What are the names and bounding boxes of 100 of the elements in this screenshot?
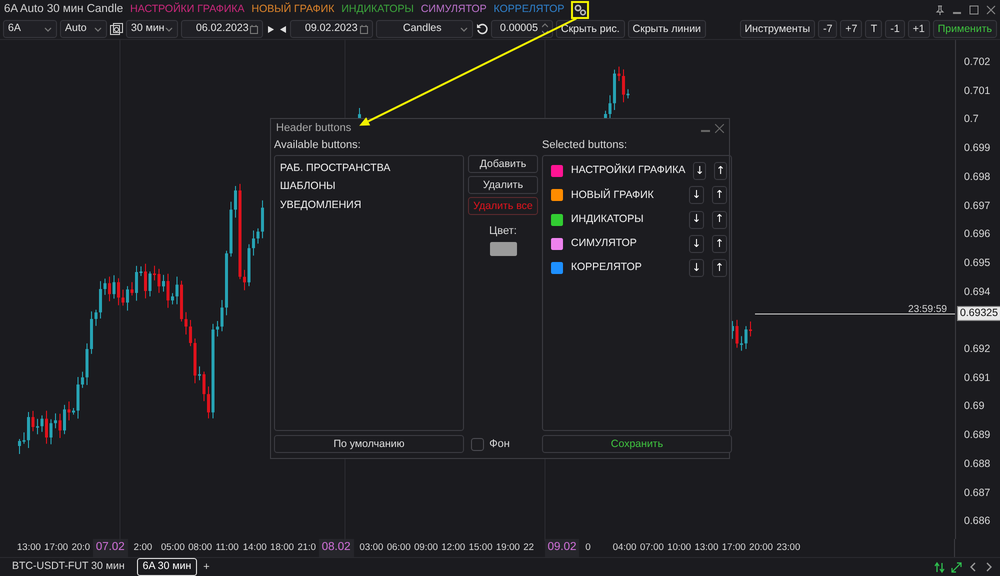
header-link[interactable]: СИМУЛЯТОР bbox=[420, 2, 487, 18]
color-label: Цвет: bbox=[488, 224, 518, 239]
toolbar-button[interactable]: Инструменты bbox=[740, 20, 816, 38]
candle bbox=[112, 274, 116, 300]
chevron-right-icon[interactable] bbox=[984, 562, 994, 572]
toolbar-button[interactable]: Скрыть линии bbox=[628, 20, 706, 38]
toolbar-button[interactable]: T bbox=[865, 20, 882, 38]
move-down-button[interactable]: ↓ bbox=[689, 186, 704, 204]
candle bbox=[608, 94, 612, 120]
candle bbox=[176, 276, 178, 305]
move-down-button[interactable]: ↓ bbox=[689, 259, 704, 278]
list-item[interactable]: НАСТРОЙКИ ГРАФИКА bbox=[571, 163, 686, 180]
price-tick-label: 0.698 bbox=[964, 170, 990, 183]
candle bbox=[117, 278, 120, 306]
toolbar-button[interactable]: -1 bbox=[885, 20, 905, 38]
move-up-button[interactable]: ↑ bbox=[712, 186, 727, 204]
reverse-play-icon[interactable] bbox=[278, 24, 287, 34]
header-link[interactable]: НОВЫЙ ГРАФИК bbox=[252, 2, 334, 18]
list-item[interactable]: УВЕДОМЛЕНИЯ bbox=[275, 196, 463, 214]
list-item[interactable]: ИНДИКАТОРЫ bbox=[571, 212, 681, 228]
candle bbox=[81, 371, 84, 388]
candle bbox=[32, 410, 34, 432]
date-from-field[interactable]: 06.02.2023 bbox=[181, 20, 263, 38]
date-label: 08.02 bbox=[318, 539, 354, 557]
default-button[interactable]: По умолчанию bbox=[274, 435, 464, 453]
price-tick-label: 0.692 bbox=[964, 343, 990, 355]
header-link[interactable]: ИНДИКАТОРЫ bbox=[341, 2, 414, 18]
candle bbox=[153, 265, 156, 281]
close-icon[interactable] bbox=[986, 4, 996, 14]
calendar-icon bbox=[360, 24, 368, 34]
action-button[interactable]: Добавить bbox=[468, 155, 538, 173]
candle bbox=[230, 201, 232, 258]
time-label: 10:00 bbox=[667, 540, 692, 555]
candle bbox=[144, 263, 147, 299]
candle bbox=[162, 274, 165, 292]
play-icon[interactable] bbox=[266, 24, 275, 34]
price-tick-label: 0.702 bbox=[964, 56, 990, 68]
candle bbox=[45, 410, 48, 444]
calendar-icon bbox=[250, 24, 258, 34]
interval-select[interactable]: 30 мин bbox=[126, 20, 178, 38]
move-down-button[interactable]: ↓ bbox=[689, 210, 704, 229]
move-up-button[interactable]: ↑ bbox=[712, 210, 727, 229]
move-up-button[interactable]: ↑ bbox=[712, 259, 727, 278]
save-button[interactable]: Сохранить bbox=[542, 435, 732, 453]
move-down-button[interactable]: ↓ bbox=[693, 162, 706, 180]
list-item[interactable]: НОВЫЙ ГРАФИК bbox=[571, 188, 681, 204]
list-item[interactable]: РАБ. ПРОСТРАНСТВА bbox=[275, 159, 463, 178]
snapshot-icon[interactable] bbox=[110, 22, 123, 36]
candle bbox=[108, 276, 111, 302]
action-button[interactable]: Удалить bbox=[468, 176, 538, 194]
list-item[interactable]: КОРРЕЛЯТОР bbox=[571, 260, 681, 276]
price-tick-label: 0.687 bbox=[964, 486, 990, 498]
candle bbox=[148, 271, 152, 297]
header-link[interactable]: КОРРЕЛЯТОР bbox=[494, 2, 564, 18]
candle bbox=[744, 326, 748, 350]
pin-icon[interactable] bbox=[935, 4, 945, 14]
chart-type-select[interactable]: Candles bbox=[376, 20, 473, 38]
section-label: Selected buttons: bbox=[542, 138, 628, 151]
sort-arrows-icon[interactable] bbox=[934, 562, 945, 572]
list-item[interactable]: ШАБЛОНЫ bbox=[275, 177, 463, 196]
toolbar-button[interactable]: -7 bbox=[818, 20, 838, 38]
settings-icon[interactable] bbox=[574, 4, 586, 16]
chart-title: 6A Auto 30 мин Candle bbox=[4, 2, 124, 17]
maximize-icon[interactable] bbox=[969, 4, 979, 14]
move-up-button[interactable]: ↑ bbox=[712, 235, 727, 254]
price-tick-label: 0.688 bbox=[964, 458, 990, 470]
candle bbox=[736, 319, 738, 348]
apply-button[interactable]: Применить bbox=[932, 20, 997, 38]
toolbar-button[interactable]: +1 bbox=[908, 20, 930, 38]
color-swatch[interactable] bbox=[490, 242, 516, 256]
scale-select[interactable]: Auto bbox=[60, 20, 107, 38]
chevron-left-icon[interactable] bbox=[968, 562, 978, 572]
move-up-button[interactable]: ↑ bbox=[714, 162, 727, 180]
chart-tab[interactable]: 6A 30 мин bbox=[136, 558, 198, 576]
candle bbox=[126, 286, 129, 312]
price-tick-label: 0.686 bbox=[964, 515, 990, 528]
candle bbox=[18, 438, 21, 454]
candle bbox=[171, 292, 174, 305]
candle bbox=[252, 230, 255, 256]
time-label: 2:00 bbox=[134, 540, 154, 555]
close-icon[interactable] bbox=[715, 124, 724, 132]
list-item[interactable]: СИМУЛЯТОР bbox=[571, 236, 681, 252]
date-to-field[interactable]: 09.02.2023 bbox=[290, 20, 373, 38]
undo-icon[interactable] bbox=[476, 23, 488, 35]
step-spinbox[interactable]: 0.00005 bbox=[491, 20, 553, 38]
price-tick-label: 0.691 bbox=[964, 372, 990, 384]
checkbox-label: Фон bbox=[489, 437, 510, 452]
symbol-select[interactable]: 6A bbox=[3, 20, 57, 38]
toolbar-button[interactable]: +7 bbox=[840, 20, 862, 38]
time-label: 13:00 bbox=[694, 540, 720, 555]
move-down-button[interactable]: ↓ bbox=[689, 235, 704, 254]
time-label: 11:00 bbox=[216, 540, 240, 555]
date-label: 07.02 bbox=[92, 539, 128, 557]
toolbar-button[interactable]: Скрыть рис. bbox=[556, 20, 625, 38]
chart-tab[interactable]: BTC-USDT-FUT 30 мин bbox=[6, 558, 131, 576]
spin-arrows-icon bbox=[542, 23, 548, 35]
candle bbox=[740, 336, 743, 352]
expand-icon[interactable] bbox=[951, 562, 962, 572]
checkbox[interactable] bbox=[470, 438, 484, 451]
add-tab-button[interactable]: + bbox=[203, 558, 210, 576]
